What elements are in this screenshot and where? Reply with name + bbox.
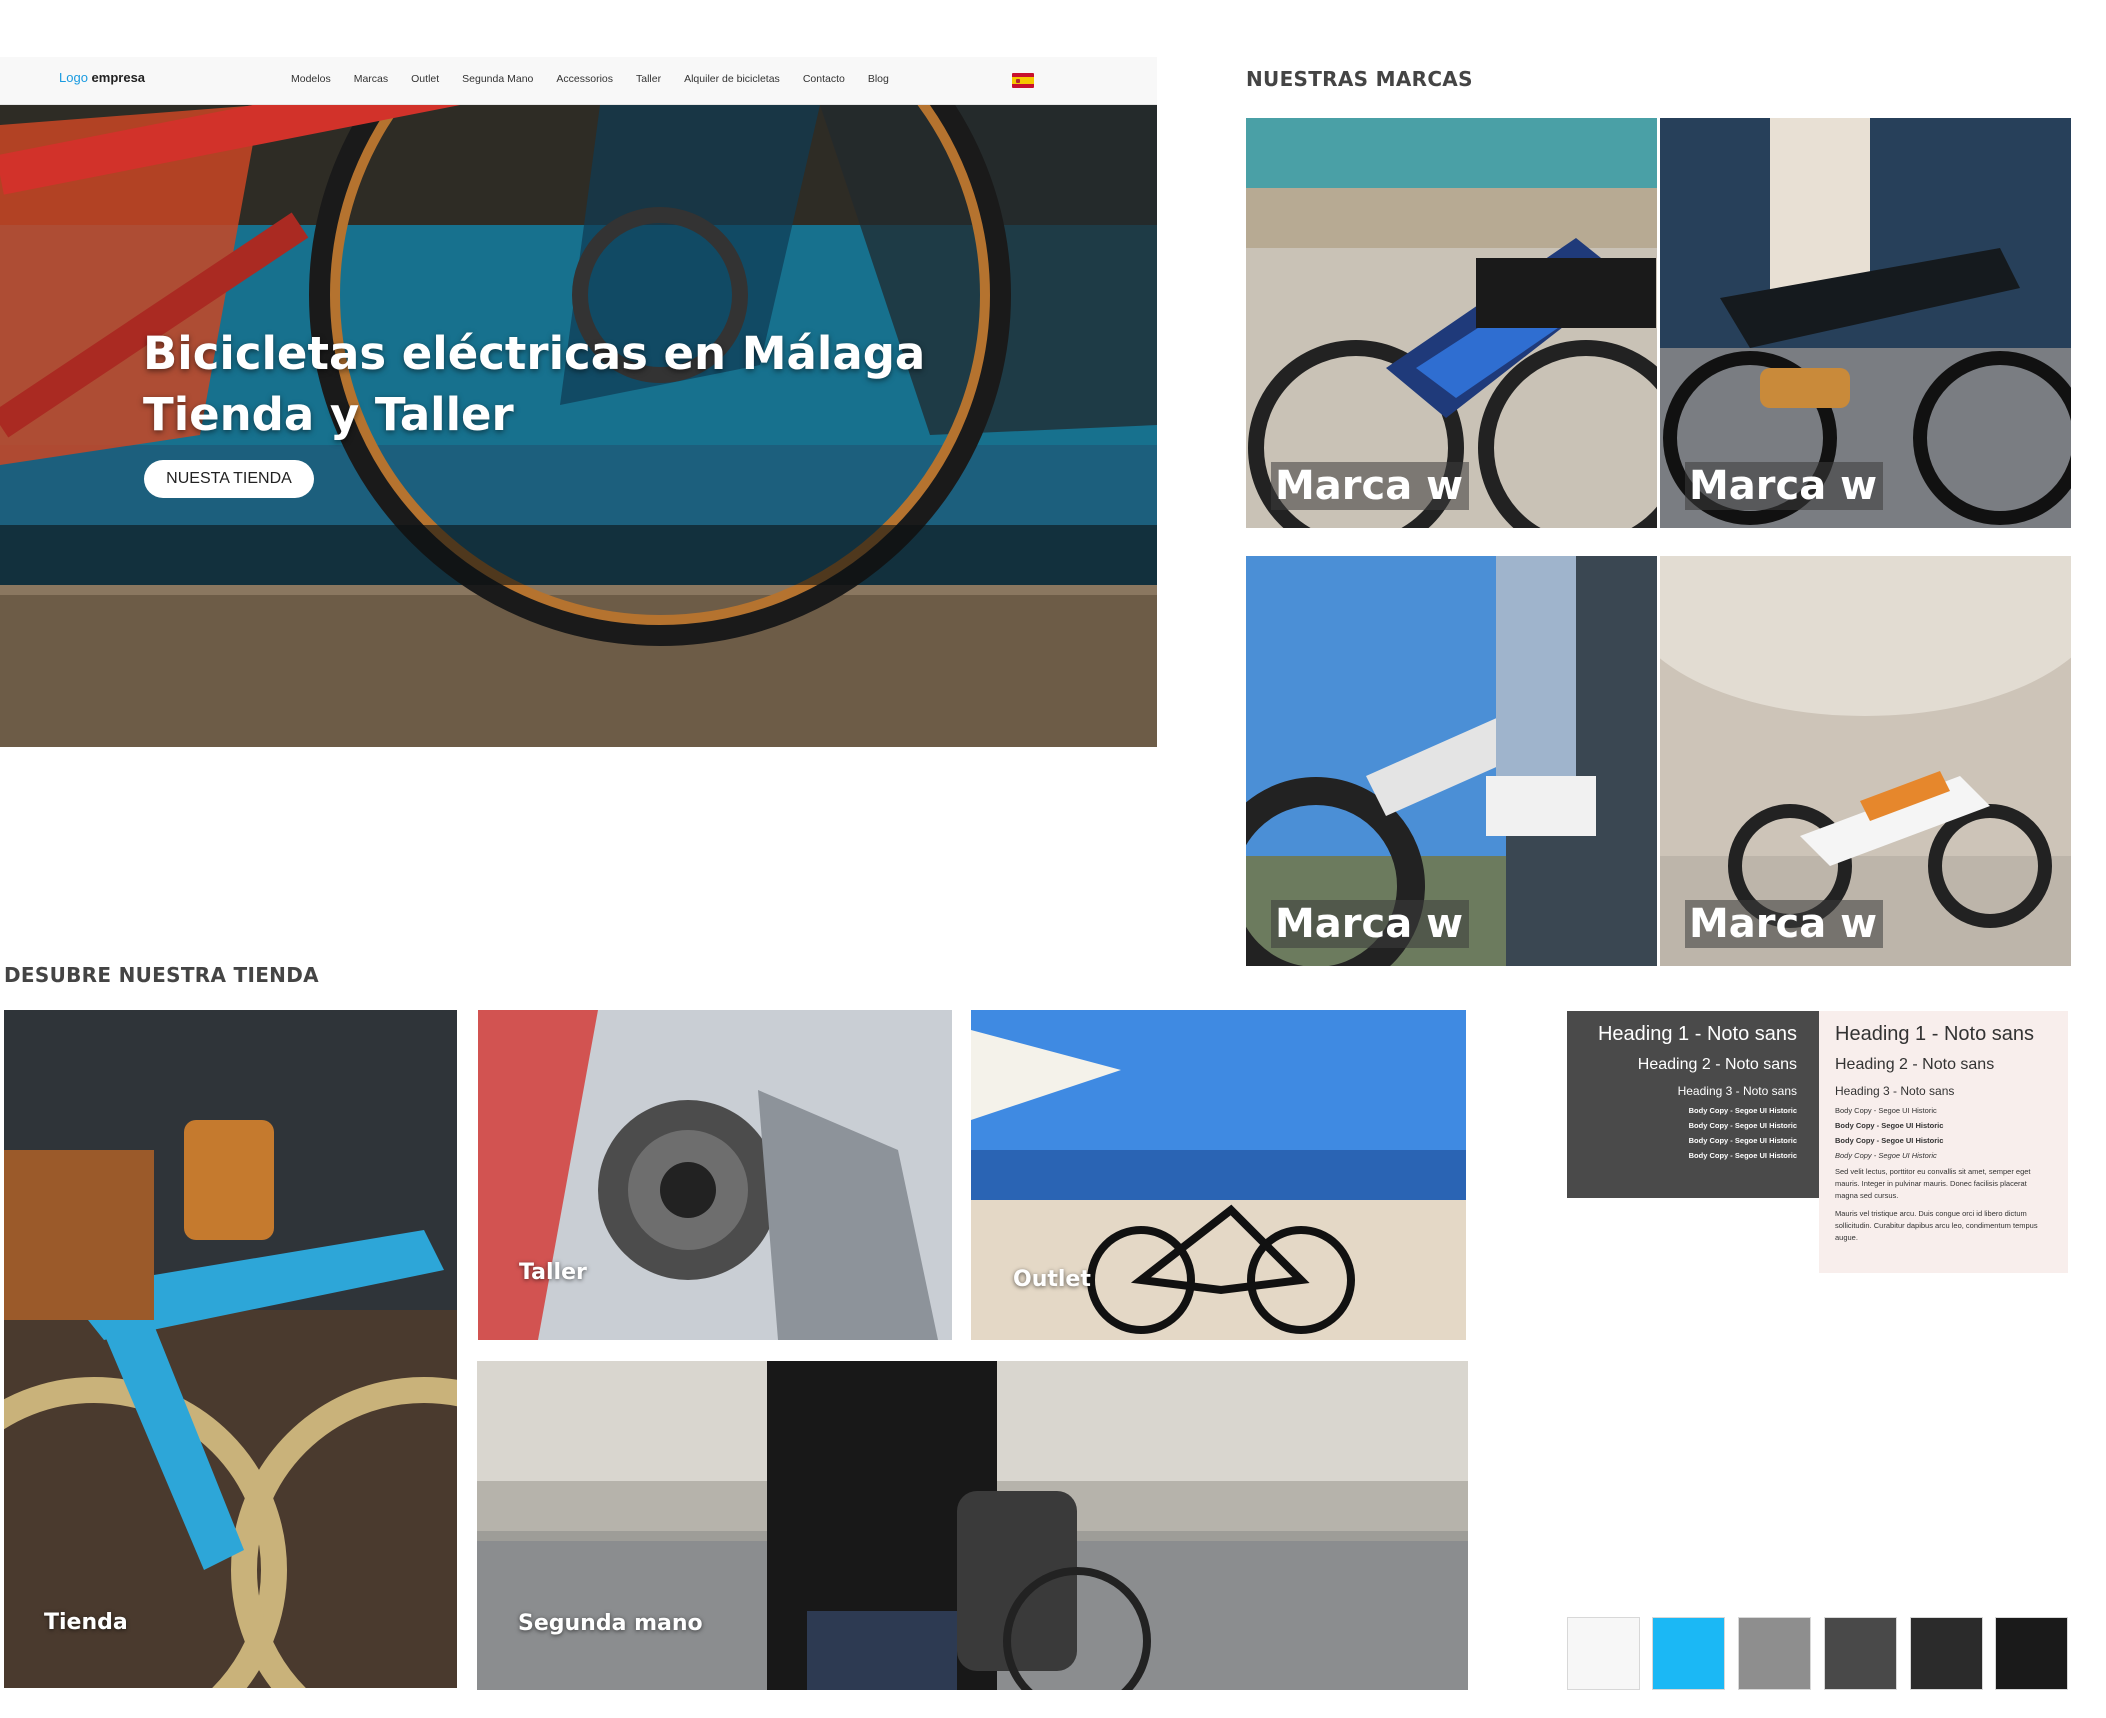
store-label-segunda-mano: Segunda mano (518, 1611, 703, 1636)
company-logo[interactable]: Logo empresa (59, 70, 145, 85)
store-card-segunda-mano[interactable]: Segunda mano (477, 1361, 1468, 1690)
nav-item-alquiler[interactable]: Alquiler de bicicletas (684, 73, 780, 85)
brand-card[interactable]: Marca w (1660, 118, 2071, 528)
heading-1-sample: Heading 1 - Noto sans (1597, 1023, 1797, 1045)
top-navigation-bar: Logo empresa Modelos Marcas Outlet Segun… (0, 57, 1157, 105)
body-paragraph-sample: Sed velit lectus, porttitor eu convallis… (1835, 1167, 2031, 1200)
body-copy-sample: Body Copy - Segoe UI Historic (1835, 1121, 1944, 1130)
store-card-tienda[interactable]: Tienda (4, 1010, 457, 1688)
body-copy-sample: Body Copy - Segoe UI Historic (1688, 1106, 1797, 1115)
store-card-outlet[interactable]: Outlet (971, 1010, 1466, 1340)
body-copy-sample: Body Copy - Segoe UI Historic (1835, 1136, 1944, 1145)
body-copy-sample: Body Copy - Segoe UI Historic (1835, 1106, 1937, 1115)
brand-label: Marca w (1685, 900, 1884, 948)
nav-item-accessorios[interactable]: Accessorios (556, 73, 613, 85)
color-swatch (1652, 1617, 1725, 1690)
typography-sample-dark: Heading 1 - Noto sans Heading 2 - Noto s… (1567, 1011, 1819, 1198)
nav-item-segunda-mano[interactable]: Segunda Mano (462, 73, 533, 85)
nav-item-marcas[interactable]: Marcas (354, 73, 388, 85)
brands-section-title: NUESTRAS MARCAS (1246, 67, 1473, 91)
nav-item-outlet[interactable]: Outlet (411, 73, 439, 85)
brand-card[interactable]: Marca w (1246, 118, 1657, 528)
typography-sample-light: Heading 1 - Noto sans Heading 2 - Noto s… (1819, 1011, 2068, 1273)
store-label-taller: Taller (519, 1260, 587, 1285)
hero-title-line2: Tienda y Taller (143, 388, 514, 441)
heading-3-sample: Heading 3 - Noto sans (1677, 1084, 1797, 1098)
store-card-taller[interactable]: Taller (478, 1010, 952, 1340)
store-label-tienda: Tienda (44, 1610, 128, 1635)
taller-image (478, 1010, 952, 1340)
store-label-outlet: Outlet (1013, 1267, 1091, 1292)
spain-flag-icon[interactable] (1012, 73, 1034, 88)
nuestra-tienda-button[interactable]: NUESTA TIENDA (144, 460, 314, 498)
brand-card[interactable]: Marca w (1246, 556, 1657, 966)
color-swatch (1824, 1617, 1897, 1690)
color-swatch (1567, 1617, 1640, 1690)
segunda-mano-image (477, 1361, 1468, 1690)
brand-label: Marca w (1685, 462, 1884, 510)
body-copy-sample: Body Copy - Segoe UI Historic (1688, 1121, 1797, 1130)
hero-title: Bicicletas eléctricas en Málaga Tienda y… (143, 323, 925, 445)
heading-2-sample: Heading 2 - Noto sans (1637, 1056, 1797, 1073)
heading-1-sample: Heading 1 - Noto sans (1835, 1023, 2035, 1045)
body-copy-sample: Body Copy - Segoe UI Historic (1835, 1151, 1937, 1160)
heading-3-sample: Heading 3 - Noto sans (1835, 1084, 1955, 1098)
logo-text-part2: empresa (91, 70, 146, 85)
body-copy-sample: Body Copy - Segoe UI Historic (1688, 1151, 1797, 1160)
nav-item-taller[interactable]: Taller (636, 73, 661, 85)
color-swatch (1995, 1617, 2068, 1690)
body-copy-sample: Body Copy - Segoe UI Historic (1688, 1136, 1797, 1145)
tienda-image (4, 1010, 457, 1688)
main-menu: Modelos Marcas Outlet Segunda Mano Acces… (291, 73, 912, 85)
brand-label: Marca w (1271, 462, 1470, 510)
color-swatch (1910, 1617, 1983, 1690)
color-swatch (1738, 1617, 1811, 1690)
hero-banner: Bicicletas eléctricas en Málaga Tienda y… (0, 105, 1157, 747)
heading-2-sample: Heading 2 - Noto sans (1835, 1056, 1995, 1073)
logo-text-part1: Logo (59, 70, 88, 85)
body-paragraph-sample: Mauris vel tristique arcu. Duis congue o… (1835, 1209, 2038, 1242)
nav-item-blog[interactable]: Blog (868, 73, 889, 85)
brand-card[interactable]: Marca w (1660, 556, 2071, 966)
hero-title-line1: Bicicletas eléctricas en Málaga (143, 327, 926, 380)
nav-item-contacto[interactable]: Contacto (803, 73, 845, 85)
brand-label: Marca w (1271, 900, 1470, 948)
store-section-title: DESUBRE NUESTRA TIENDA (4, 963, 319, 987)
nav-item-modelos[interactable]: Modelos (291, 73, 331, 85)
